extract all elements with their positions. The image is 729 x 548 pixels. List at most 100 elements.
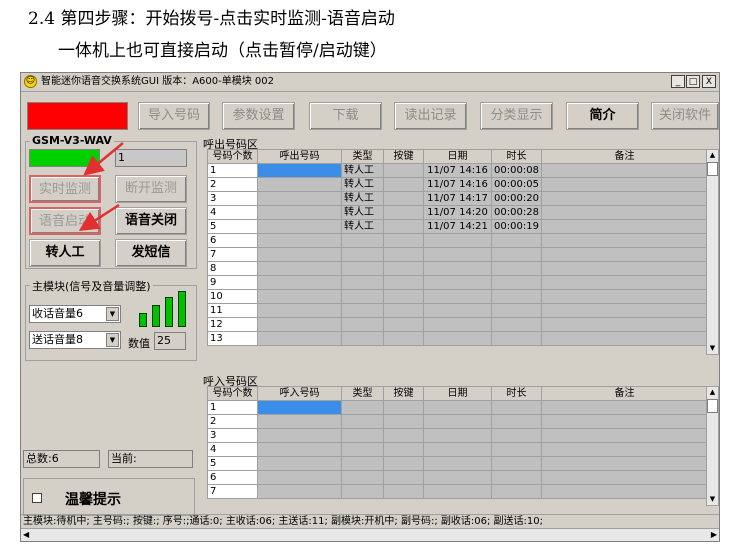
row-number-cell[interactable]: 3 [207,191,258,206]
table-cell[interactable] [341,289,384,304]
table-cell[interactable] [257,289,342,304]
row-number-cell[interactable]: 5 [207,219,258,234]
table-cell[interactable]: 11/07 14:20 [423,205,492,220]
table-cell[interactable] [383,163,424,178]
table-cell[interactable] [541,177,708,192]
table-cell[interactable] [541,247,708,262]
table-cell[interactable] [491,470,542,485]
table-cell[interactable] [541,428,708,443]
table-cell[interactable] [491,247,542,262]
row-number-cell[interactable]: 4 [207,442,258,457]
table-row[interactable]: 1 [207,400,708,415]
table-cell[interactable] [541,261,708,276]
table-cell[interactable] [491,261,542,276]
table-cell[interactable] [423,484,492,499]
maximize-button[interactable]: □ [686,75,700,88]
table-cell[interactable]: 00:00:28 [491,205,542,220]
table-cell[interactable] [541,442,708,457]
row-number-cell[interactable]: 7 [207,247,258,262]
chevron-down-icon[interactable]: ▼ [707,343,718,354]
table-cell[interactable] [423,317,492,332]
table-cell[interactable] [341,275,384,290]
table-cell[interactable] [491,233,542,248]
table-cell[interactable] [383,400,424,415]
table-cell[interactable]: 00:00:08 [491,163,542,178]
table-cell[interactable] [383,275,424,290]
parameter-settings-button[interactable]: 参数设置 [222,102,295,130]
tips-checkbox[interactable] [32,493,42,503]
table-cell[interactable] [423,428,492,443]
table-cell[interactable]: 转人工 [341,163,384,178]
send-sms-button[interactable]: 发短信 [115,239,187,267]
table-cell[interactable] [383,317,424,332]
row-number-cell[interactable]: 1 [207,400,258,415]
table-cell[interactable] [541,470,708,485]
table-row[interactable]: 5 [207,456,708,471]
table-cell[interactable] [257,275,342,290]
table-cell[interactable] [341,456,384,471]
table-cell[interactable] [423,470,492,485]
table-cell[interactable]: 转人工 [341,219,384,234]
incoming-scrollbar[interactable]: ▲ ▼ [706,386,719,506]
row-number-cell[interactable]: 1 [207,163,258,178]
table-cell[interactable]: 转人工 [341,205,384,220]
table-cell[interactable] [257,414,342,429]
table-cell[interactable] [423,456,492,471]
table-cell[interactable] [491,428,542,443]
table-cell[interactable] [541,289,708,304]
table-cell[interactable] [491,289,542,304]
chevron-up-icon[interactable]: ▲ [707,150,718,161]
table-row[interactable]: 4 [207,442,708,457]
table-cell[interactable] [491,414,542,429]
table-row[interactable]: 7 [207,247,708,262]
table-row[interactable]: 2 转人工 11/07 14:16 00:00:05 [207,177,708,192]
row-number-cell[interactable]: 9 [207,275,258,290]
table-cell[interactable]: 00:00:20 [491,191,542,206]
table-row[interactable]: 1 转人工 11/07 14:16 00:00:08 [207,163,708,178]
table-cell[interactable] [341,428,384,443]
table-cell[interactable] [257,303,342,318]
row-number-cell[interactable]: 10 [207,289,258,304]
table-cell[interactable] [257,177,342,192]
table-row[interactable]: 10 [207,289,708,304]
row-number-cell[interactable]: 2 [207,414,258,429]
table-cell[interactable] [257,247,342,262]
table-cell[interactable] [257,261,342,276]
table-cell[interactable] [383,191,424,206]
table-cell[interactable] [423,331,492,346]
receive-volume-select[interactable]: 收话音量6 ▼ [29,305,121,323]
send-volume-select[interactable]: 送话音量8 ▼ [29,331,121,349]
table-row[interactable]: 5 转人工 11/07 14:21 00:00:19 [207,219,708,234]
table-cell[interactable]: 00:00:05 [491,177,542,192]
table-cell[interactable] [541,317,708,332]
row-number-cell[interactable]: 5 [207,456,258,471]
table-cell[interactable] [341,317,384,332]
to-manual-button[interactable]: 转人工 [29,239,101,267]
row-number-cell[interactable]: 2 [207,177,258,192]
chevron-down-icon[interactable]: ▼ [106,333,119,347]
row-number-cell[interactable]: 11 [207,303,258,318]
table-cell[interactable] [541,331,708,346]
table-cell[interactable] [257,191,342,206]
table-cell[interactable] [423,414,492,429]
table-cell[interactable] [423,400,492,415]
horizontal-scrollbar[interactable]: ◀ ▶ [21,528,719,541]
chevron-down-icon[interactable]: ▼ [106,307,119,321]
table-cell[interactable] [383,261,424,276]
table-cell[interactable]: 11/07 14:21 [423,219,492,234]
table-cell[interactable] [491,484,542,499]
table-cell[interactable] [341,247,384,262]
table-cell[interactable] [383,177,424,192]
table-cell[interactable] [491,317,542,332]
table-cell[interactable] [257,484,342,499]
table-cell[interactable] [383,484,424,499]
table-row[interactable]: 11 [207,303,708,318]
table-cell[interactable]: 转人工 [341,191,384,206]
table-row[interactable]: 12 [207,317,708,332]
scroll-thumb[interactable] [707,399,718,413]
table-cell[interactable] [341,470,384,485]
table-cell[interactable] [257,219,342,234]
table-cell[interactable] [257,233,342,248]
table-cell[interactable] [541,484,708,499]
table-cell[interactable] [491,275,542,290]
